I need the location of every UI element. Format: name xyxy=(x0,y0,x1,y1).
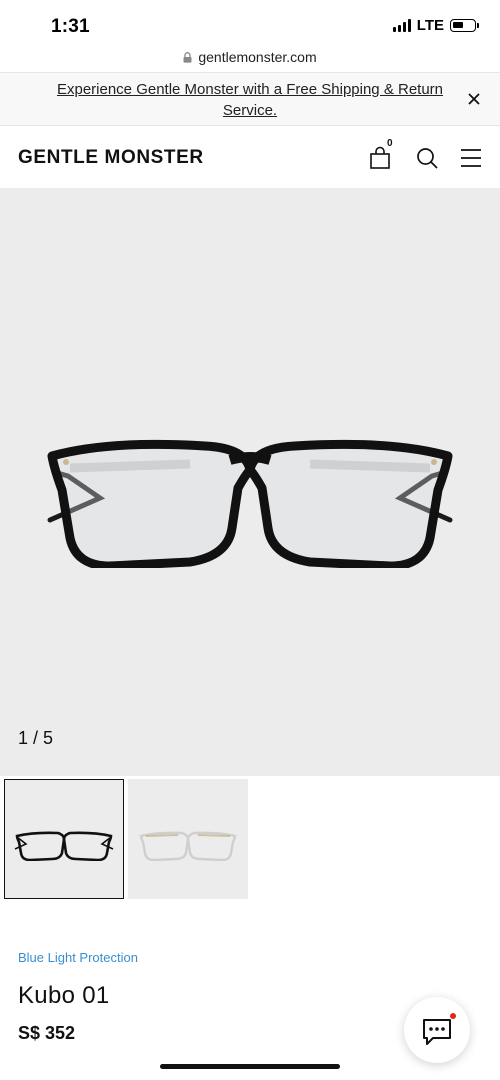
status-bar: 1:31 LTE xyxy=(0,0,500,44)
thumbnail-clear-frame[interactable] xyxy=(128,779,248,899)
promo-banner: Experience Gentle Monster with a Free Sh… xyxy=(0,72,500,126)
lock-icon xyxy=(183,51,192,63)
site-header: GENTLE MONSTER 0 xyxy=(0,126,500,188)
brand-logo[interactable]: GENTLE MONSTER xyxy=(18,147,204,169)
product-image-carousel[interactable]: 1 / 5 xyxy=(0,188,500,776)
product-price: S$ 352 xyxy=(18,1023,76,1043)
menu-icon[interactable] xyxy=(459,146,483,170)
signal-icon xyxy=(392,19,411,32)
url-bar[interactable]: gentlemonster.com xyxy=(0,44,500,70)
url-text: gentlemonster.com xyxy=(198,49,317,65)
product-image xyxy=(47,439,453,568)
thumbnail-image xyxy=(139,831,237,861)
chat-icon xyxy=(423,1019,451,1045)
network-type: LTE xyxy=(416,17,444,34)
cart-count-badge: 0 xyxy=(387,138,393,149)
thumbnail-black-frame[interactable] xyxy=(4,779,124,899)
product-name: Kubo 01 xyxy=(18,982,110,1009)
thumbnail-strip xyxy=(4,779,248,899)
chat-button[interactable] xyxy=(404,997,470,1063)
battery-icon xyxy=(450,19,479,32)
promo-link[interactable]: Experience Gentle Monster with a Free Sh… xyxy=(40,79,460,121)
status-time: 1:31 xyxy=(51,16,90,37)
image-counter: 1 / 5 xyxy=(18,728,54,748)
product-tag[interactable]: Blue Light Protection xyxy=(18,950,138,965)
home-indicator xyxy=(160,1064,340,1069)
search-icon[interactable] xyxy=(415,146,439,170)
status-indicators: LTE xyxy=(392,17,479,34)
thumbnail-image xyxy=(14,831,114,861)
battery-level xyxy=(453,22,464,28)
close-icon[interactable] xyxy=(466,91,482,107)
bag-icon[interactable] xyxy=(368,146,392,170)
notification-dot xyxy=(450,1013,456,1019)
